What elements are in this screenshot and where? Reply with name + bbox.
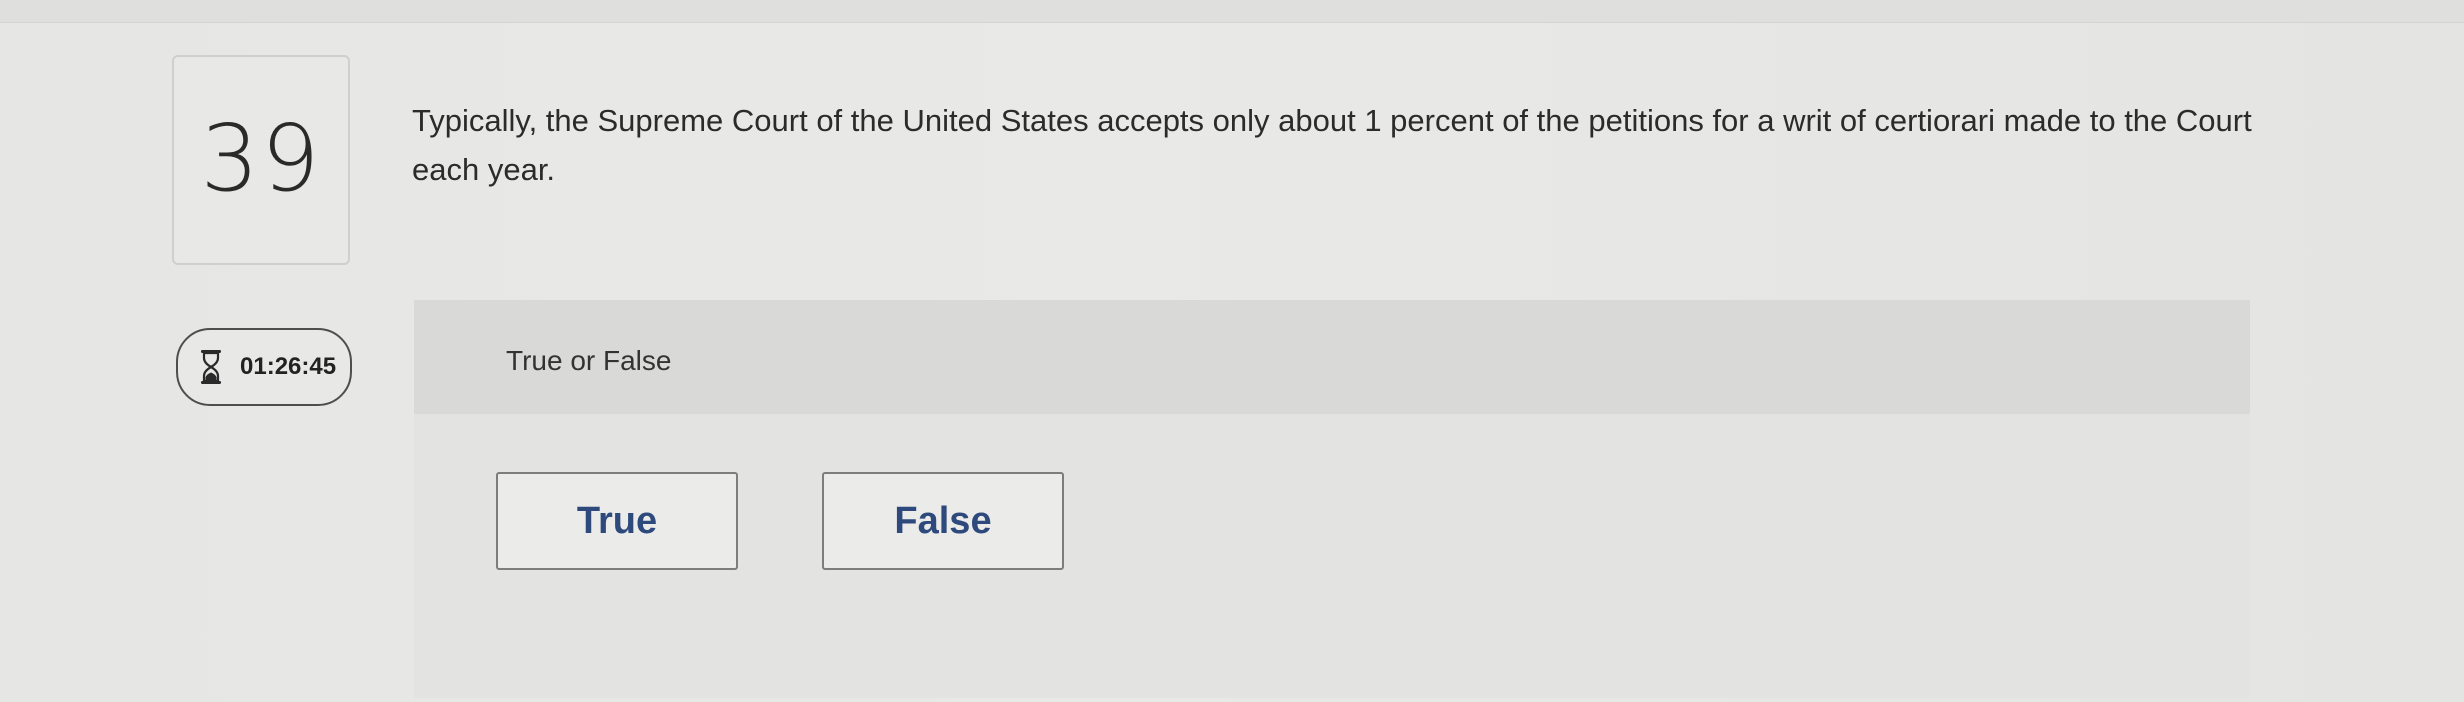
true-button[interactable]: True <box>496 472 738 570</box>
question-number-box: 39 <box>172 55 350 265</box>
question-prompt: Typically, the Supreme Court of the Unit… <box>412 103 2252 187</box>
question-number: 39 <box>200 104 322 212</box>
hourglass-icon <box>201 350 221 384</box>
answer-type-label: True or False <box>506 345 672 376</box>
timer-pill[interactable]: 01:26:45 <box>176 328 352 406</box>
false-button[interactable]: False <box>822 472 1064 570</box>
answer-header: True or False <box>414 300 2250 414</box>
timer-value: 01:26:45 <box>240 353 337 380</box>
top-strip <box>0 0 2464 23</box>
